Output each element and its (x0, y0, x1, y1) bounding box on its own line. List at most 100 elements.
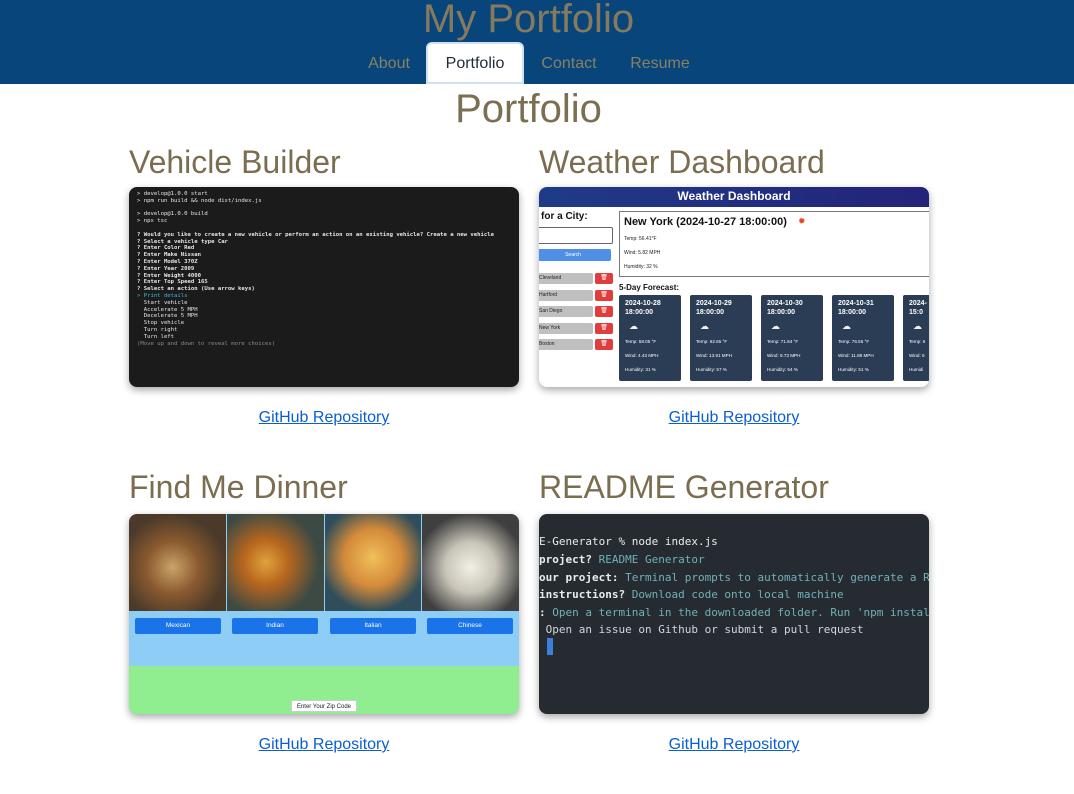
terminal-line: ? Enter Make Nissan (137, 252, 201, 259)
forecast-date: 2024-10-31 18:00:00 (838, 300, 874, 316)
forecast-wind: Wind: 6 (909, 353, 925, 358)
history-item: Boston (539, 339, 593, 350)
github-repository-link[interactable]: GitHub Repository (539, 409, 929, 427)
cuisine-button-chinese: Chinese (427, 618, 513, 634)
site-title: My Portfolio (422, 0, 635, 41)
terminal-answer: Open a terminal in the downloaded folder… (552, 606, 929, 619)
terminal-line: E-Generator % node index.js (539, 534, 718, 550)
cloud-icon: ☁ (700, 321, 709, 331)
github-repository-link[interactable]: GitHub Repository (539, 736, 929, 754)
cloud-icon: ☁ (913, 321, 922, 331)
cuisine-button-italian: Italian (330, 618, 416, 634)
terminal-answer: Download code onto local machine (631, 588, 844, 601)
terminal-line: ? Enter Model 370Z (137, 258, 198, 265)
project-screenshot[interactable]: Mexican Indian Italian Chinese Enter You… (129, 514, 519, 714)
project-card-weather-dashboard: Weather Dashboard Weather Dashboard for … (539, 142, 929, 426)
terminal-line: Open an issue on Github or submit a pull… (539, 622, 864, 638)
history-item: San Diego (539, 306, 593, 317)
nav-contact[interactable]: Contact (532, 42, 606, 84)
terminal-line: > npm run build && node dist/index.js (137, 197, 262, 204)
project-title: README Generator (539, 469, 829, 505)
today-temp: Temp: 56.41°F (624, 236, 657, 242)
forecast-temp: Temp: 6 (909, 339, 926, 344)
project-card-vehicle-builder: Vehicle Builder > develop@1.0.0 start > … (129, 142, 519, 426)
terminal-line: ? Select an action (Use arrow keys) (137, 286, 255, 293)
nav-resume[interactable]: Resume (624, 42, 696, 84)
forecast-date: 2024-10-29 18:00:00 (696, 300, 732, 316)
trash-icon: 🗑 (595, 290, 613, 301)
weather-app-title: Weather Dashboard (539, 187, 929, 207)
forecast-wind: Wind: 9.73 MPH (767, 353, 801, 358)
terminal-line: > npx tsc (137, 218, 168, 225)
forecast-wind: Wind: 13.91 MPH (696, 353, 732, 358)
tacos-photo (129, 514, 226, 611)
forecast-card: 2024-10-29 18:00:00 ☁ Temp: 62.65 °F Win… (690, 295, 752, 381)
terminal-line: Start vehicle (137, 299, 188, 306)
project-card-readme-generator: README Generator E-Generator % node inde… (539, 467, 929, 753)
today-humidity: Humidity: 32 % (624, 264, 658, 270)
history-item: New York (539, 323, 593, 334)
cloud-icon: ☁ (842, 321, 851, 331)
cuisine-button-indian: Indian (232, 618, 318, 634)
terminal-answer: Terminal prompts to automatically genera… (625, 571, 929, 584)
forecast-label: 5-Day Forecast: (619, 283, 680, 292)
forecast-wind: Wind: 11.88 MPH (838, 353, 874, 358)
history-item: Hartford (539, 290, 593, 301)
github-repository-link[interactable]: GitHub Repository (129, 409, 519, 427)
github-repository-link[interactable]: GitHub Repository (129, 736, 519, 754)
project-title: Weather Dashboard (539, 144, 825, 180)
terminal-line: project? README Generator (539, 552, 705, 568)
terminal-line: > Print details (137, 292, 188, 299)
terminal-prompt: E-Generator % node index.js (539, 535, 718, 548)
history-item: Cleveland (539, 273, 593, 284)
forecast-card: 2024- 15:0 ☁ Temp: 6 Wind: 6 Humidi (903, 295, 929, 381)
terminal-line: instructions? Download code onto local m… (539, 587, 844, 603)
terminal-cursor (547, 638, 553, 655)
terminal-line: ? Enter Color Red (137, 245, 195, 252)
project-screenshot[interactable]: > develop@1.0.0 start > npm run build &&… (129, 187, 519, 387)
forecast-temp: Temp: 62.65 °F (696, 339, 728, 344)
terminal-line: Stop vehicle (137, 320, 185, 327)
trash-icon: 🗑 (595, 339, 613, 350)
terminal-line: Decelerate 5 MPH (137, 313, 198, 320)
terminal-prompt: : (539, 606, 553, 619)
forecast-date: 2024-10-30 18:00:00 (767, 300, 803, 316)
today-weather-panel: New York (2024-10-27 18:00:00) ✹ Temp: 5… (619, 211, 929, 277)
forecast-date: 2024-10-28 18:00:00 (625, 300, 661, 316)
city-input (539, 227, 613, 244)
curry-photo (227, 514, 324, 611)
trash-icon: 🗑 (595, 306, 613, 317)
terminal-line: our project: Terminal prompts to automat… (539, 570, 929, 586)
dumplings-photo (422, 514, 519, 611)
nav-portfolio[interactable]: Portfolio (426, 42, 524, 84)
page-title: Portfolio (455, 87, 602, 131)
project-screenshot[interactable]: Weather Dashboard for a City: Search Cle… (539, 187, 929, 387)
forecast-humidity: Humidity: 31 % (625, 367, 656, 372)
terminal-line: ? Enter Weight 4000 (137, 272, 201, 279)
forecast-wind: Wind: 4.43 MPH (625, 353, 659, 358)
terminal-answer: Open an issue on Github or submit a pull… (545, 623, 864, 636)
main-nav: About Portfolio Contact Resume (0, 42, 1074, 84)
forecast-card: 2024-10-28 18:00:00 ☁ Temp: 58.05 °F Win… (619, 295, 681, 381)
forecast-card: 2024-10-30 18:00:00 ☁ Temp: 71.84 °F Win… (761, 295, 823, 381)
project-title: Find Me Dinner (129, 469, 348, 505)
terminal-prompt: our project: (539, 571, 626, 584)
today-title: New York (2024-10-27 18:00:00) (624, 216, 787, 228)
today-wind: Wind: 5.82 MPH (624, 250, 661, 256)
terminal-line: (Move up and down to reveal more choices… (137, 340, 276, 347)
forecast-temp: Temp: 71.84 °F (767, 339, 799, 344)
terminal-line: : Open a terminal in the downloaded fold… (539, 605, 929, 621)
trash-icon: 🗑 (595, 323, 613, 334)
project-screenshot[interactable]: E-Generator % node index.js project? REA… (539, 514, 929, 714)
forecast-date: 2024- 15:0 (909, 300, 927, 316)
terminal-line: ? Would you like to create a new vehicle… (137, 231, 494, 238)
nav-about[interactable]: About (360, 42, 418, 84)
forecast-humidity: Humidi (909, 367, 924, 372)
project-card-find-me-dinner: Find Me Dinner Mexican Indian Italian Ch… (129, 467, 519, 753)
terminal-prompt: project? (539, 553, 599, 566)
forecast-humidity: Humidity: 51 % (838, 367, 869, 372)
pizza-photo (325, 514, 421, 611)
terminal-line: Turn right (137, 326, 178, 333)
